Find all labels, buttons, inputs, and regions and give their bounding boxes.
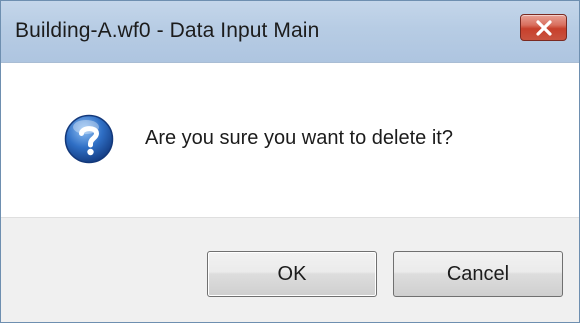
dialog-window: Building-A.wf0 - Data Input Main Are you… <box>0 0 580 323</box>
close-icon <box>536 20 552 36</box>
ok-button[interactable]: OK <box>207 251 377 297</box>
message-text: Are you sure you want to delete it? <box>145 127 453 149</box>
title-bar[interactable]: Building-A.wf0 - Data Input Main <box>1 1 579 63</box>
button-bar: OK Cancel <box>1 217 579 322</box>
question-icon <box>64 114 114 164</box>
cancel-button[interactable]: Cancel <box>393 251 563 297</box>
close-button[interactable] <box>520 14 567 41</box>
window-title: Building-A.wf0 - Data Input Main <box>15 19 320 42</box>
message-area: Are you sure you want to delete it? <box>1 64 579 217</box>
